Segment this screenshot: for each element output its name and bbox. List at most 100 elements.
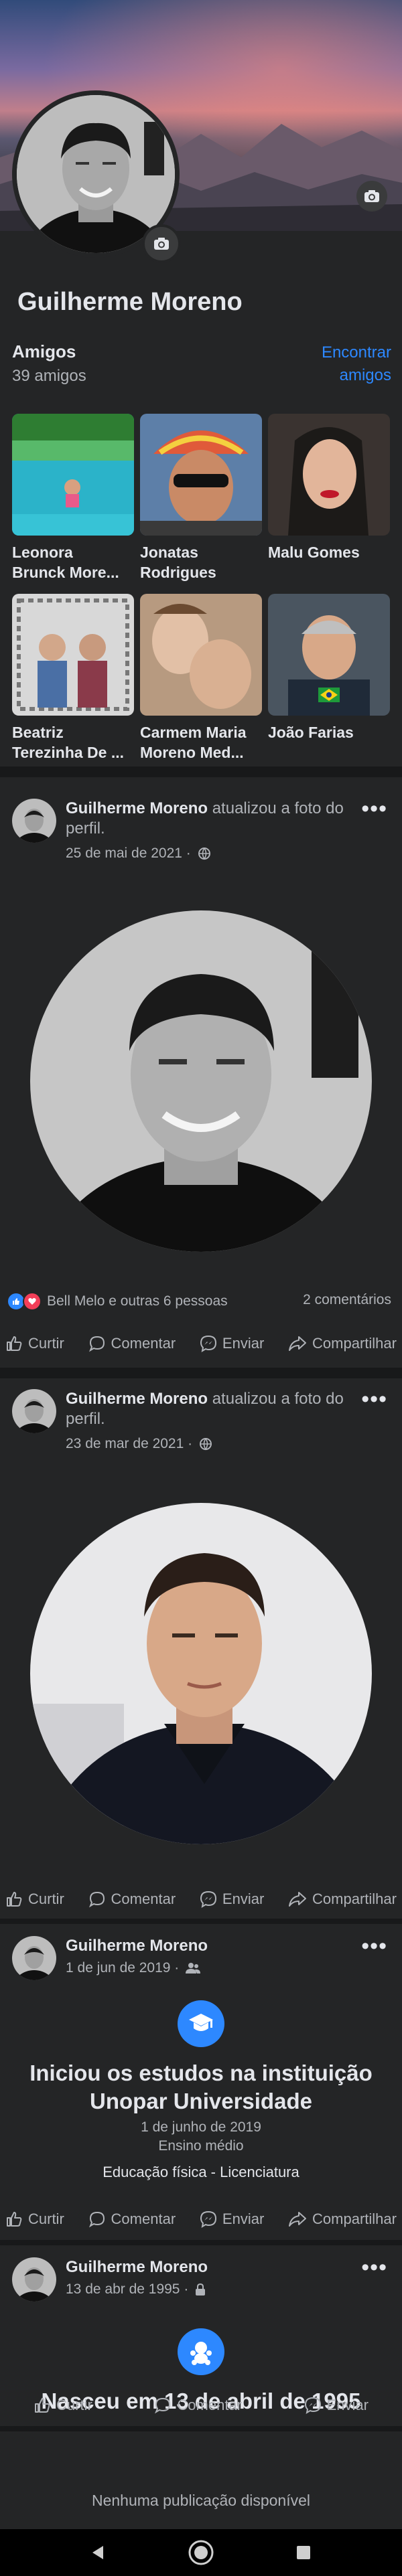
like-button[interactable]: Curtir	[5, 2202, 64, 2236]
friend-card[interactable]: Beatriz Terezinha De ...	[12, 594, 134, 762]
post-header: Guilherme Moreno atualizou a foto do per…	[12, 1386, 387, 1451]
comment-icon	[88, 1336, 105, 1352]
post-avatar[interactable]	[12, 2257, 56, 2302]
camera-icon	[154, 238, 169, 250]
like-button[interactable]: Curtir	[5, 1882, 64, 1916]
post-actions: Curtir Comentar Enviar Compartilhar	[0, 1882, 402, 1916]
friends-audience-icon	[186, 1963, 201, 1974]
camera-icon	[364, 190, 379, 202]
messenger-icon	[200, 1335, 216, 1352]
avatar-camera-button[interactable]	[142, 224, 181, 263]
like-button[interactable]: Curtir	[34, 2389, 92, 2422]
cover-camera-button[interactable]	[356, 181, 387, 212]
send-button[interactable]: Enviar	[200, 2202, 264, 2236]
post-date-line: 1 de jun de 2019 ·	[66, 1960, 201, 1976]
like-icon	[7, 1892, 22, 1907]
post-date[interactable]: 25 de mai de 2021 ·	[66, 846, 191, 861]
share-button[interactable]: Compartilhar	[288, 1327, 397, 1360]
like-button[interactable]: Curtir	[5, 1327, 64, 1360]
share-label: Compartilhar	[312, 1890, 397, 1907]
comment-button[interactable]: Comentar	[88, 1882, 176, 1916]
comment-button[interactable]: Comentar	[154, 2389, 242, 2422]
recent-apps-icon[interactable]	[295, 2544, 312, 2561]
post-header: Guilherme Moreno 1 de jun de 2019 · •••	[12, 1933, 387, 1980]
comments-count[interactable]: 2 comentários	[303, 1292, 391, 1308]
section-divider	[0, 2240, 402, 2245]
post-avatar[interactable]	[12, 1389, 56, 1433]
share-icon	[289, 1892, 307, 1907]
send-label: Enviar	[222, 1335, 265, 1352]
friend-photo	[140, 414, 262, 536]
post-date-line: 25 de mai de 2021 ·	[66, 846, 211, 862]
comment-label: Comentar	[111, 1335, 176, 1352]
graduation-cap-icon	[178, 2000, 224, 2047]
send-button[interactable]: Enviar	[304, 2389, 368, 2422]
more-options-icon[interactable]: •••	[361, 2255, 387, 2281]
baby-icon	[178, 2328, 224, 2375]
comment-button[interactable]: Comentar	[88, 1327, 176, 1360]
like-icon	[7, 2212, 22, 2227]
messenger-icon	[200, 2210, 216, 2228]
friend-card[interactable]: Leonora Brunck More...	[12, 414, 134, 582]
share-button[interactable]: Compartilhar	[288, 2202, 397, 2236]
comment-icon	[88, 1891, 105, 1908]
post-author[interactable]: Guilherme Moreno	[66, 2258, 208, 2276]
friend-card[interactable]: Jonatas Rodrigues	[140, 414, 262, 582]
share-icon	[289, 1336, 307, 1351]
share-label: Compartilhar	[312, 1335, 397, 1352]
share-button[interactable]: Compartilhar	[288, 1882, 397, 1916]
home-icon[interactable]	[188, 2539, 214, 2566]
post-avatar[interactable]	[12, 799, 56, 843]
reactions-text: Bell Melo e outras 6 pessoas	[47, 1293, 228, 1309]
post-date-line: 23 de mar de 2021 ·	[66, 1436, 212, 1452]
like-label: Curtir	[56, 2397, 92, 2413]
send-button[interactable]: Enviar	[200, 1882, 264, 1916]
friend-name: Jonatas Rodrigues	[140, 544, 216, 581]
friend-card[interactable]: Malu Gomes	[268, 414, 390, 562]
post-date[interactable]: 1 de jun de 2019 ·	[66, 1960, 179, 1976]
reactions-summary[interactable]: Bell Melo e outras 6 pessoas	[7, 1292, 228, 1311]
messenger-icon	[200, 1890, 216, 1908]
send-label: Enviar	[222, 1890, 265, 1907]
post-author[interactable]: Guilherme Moreno	[66, 1390, 208, 1408]
comment-button[interactable]: Comentar	[88, 2202, 176, 2236]
like-label: Curtir	[28, 2210, 64, 2227]
send-button[interactable]: Enviar	[200, 1327, 264, 1360]
more-options-icon[interactable]: •••	[361, 1933, 387, 1959]
post-author[interactable]: Guilherme Moreno	[66, 799, 208, 817]
find-friends-link[interactable]: Encontrar amigos	[291, 341, 391, 387]
more-options-icon[interactable]: •••	[361, 796, 387, 822]
love-reaction-icon	[23, 1292, 42, 1311]
like-label: Curtir	[28, 1335, 64, 1352]
share-label: Compartilhar	[312, 2210, 397, 2227]
post-author[interactable]: Guilherme Moreno	[66, 1937, 208, 1955]
friend-name: João Farias	[268, 724, 354, 741]
post-header: Guilherme Moreno atualizou a foto do per…	[12, 796, 387, 861]
more-options-icon[interactable]: •••	[361, 1386, 387, 1413]
friend-photo	[12, 414, 134, 536]
post-author-line: Guilherme Moreno atualizou a foto do per…	[66, 1389, 360, 1429]
friends-count: 39 amigos	[12, 367, 86, 385]
lock-icon	[196, 2283, 206, 2296]
send-label: Enviar	[222, 2210, 265, 2227]
globe-icon	[199, 1438, 212, 1451]
comment-icon	[88, 2211, 105, 2228]
post-author-line: Guilherme Moreno	[66, 1936, 360, 1956]
post-avatar[interactable]	[12, 1936, 56, 1980]
friends-title[interactable]: Amigos	[12, 341, 76, 362]
post-photo[interactable]	[30, 1503, 372, 1844]
profile-name: Guilherme Moreno	[17, 288, 243, 316]
post-photo[interactable]	[30, 910, 372, 1252]
section-divider	[0, 1368, 402, 1378]
like-icon	[35, 2398, 50, 2413]
friend-name: Beatriz Terezinha De ...	[12, 724, 125, 761]
post-actions: Curtir Comentar Enviar Compartilhar	[0, 1327, 402, 1360]
post-author-line: Guilherme Moreno	[66, 2257, 360, 2277]
friend-card[interactable]: João Farias	[268, 594, 390, 742]
back-icon[interactable]	[90, 2544, 107, 2561]
post-date[interactable]: 23 de mar de 2021 ·	[66, 1436, 192, 1451]
comment-label: Comentar	[111, 1890, 176, 1907]
section-divider	[0, 767, 402, 777]
post-date[interactable]: 13 de abr de 1995 ·	[66, 2281, 188, 2297]
friend-card[interactable]: Carmem Maria Moreno Med...	[140, 594, 262, 762]
